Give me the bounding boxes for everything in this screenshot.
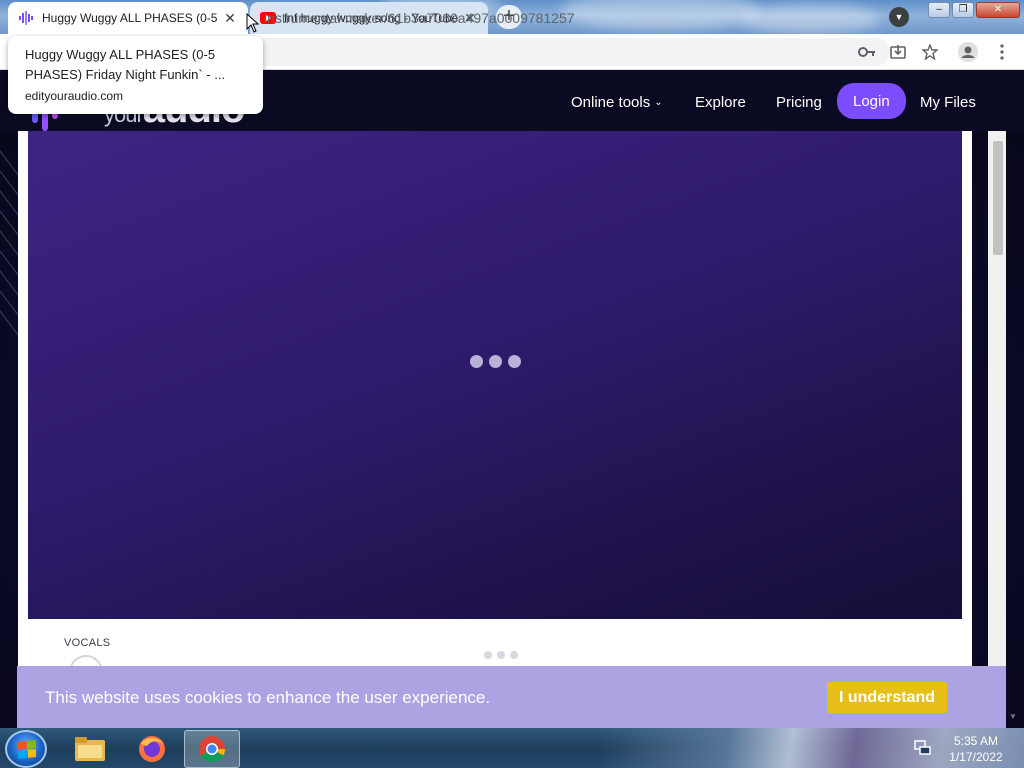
- loading-dot: [484, 651, 492, 659]
- mouse-cursor-icon: [246, 13, 259, 33]
- firefox-icon: [139, 736, 165, 762]
- tooltip-domain: edityouraudio.com: [25, 89, 124, 103]
- cookie-message: This website uses cookies to enhance the…: [45, 688, 491, 707]
- tab-search-icon[interactable]: ▼: [889, 7, 909, 27]
- loading-dot: [497, 651, 505, 659]
- cookie-banner: This website uses cookies to enhance the…: [17, 666, 1006, 728]
- nav-explore[interactable]: Explore: [695, 84, 746, 120]
- close-tab-icon[interactable]: ✕: [222, 10, 238, 26]
- clock-time: 5:35 AM: [953, 734, 999, 748]
- loading-dot: [470, 355, 483, 368]
- audio-wave-icon: [18, 10, 34, 26]
- chevron-down-icon: ⌄: [654, 96, 663, 108]
- chrome-icon: [199, 736, 226, 763]
- loading-indicator: [470, 355, 521, 368]
- folder-icon: [75, 737, 105, 761]
- system-clock[interactable]: 5:35 AM 1/17/2022: [940, 733, 1012, 765]
- install-icon[interactable]: [888, 42, 908, 62]
- nav-pricing[interactable]: Pricing: [776, 84, 822, 120]
- tab-huggy-wuggy[interactable]: Huggy Wuggy ALL PHASES (0-5 ✕: [8, 2, 248, 34]
- nav-online-tools[interactable]: Online tools ⌄: [571, 84, 663, 120]
- address-bar[interactable]: [170, 38, 890, 66]
- scroll-down-arrow-icon[interactable]: ▼: [1009, 712, 1017, 721]
- login-button[interactable]: Login: [837, 83, 906, 119]
- menu-kebab-icon[interactable]: [992, 42, 1012, 62]
- clock-date: 1/17/2022: [949, 750, 1003, 764]
- window-controls: – ❐ ✕: [926, 2, 1020, 20]
- track-loading-indicator: [484, 651, 518, 659]
- loading-dot: [508, 355, 521, 368]
- taskbar-file-explorer[interactable]: [62, 730, 118, 768]
- start-button[interactable]: [5, 730, 47, 768]
- tab-title: Huggy Wuggy ALL PHASES (0-5: [42, 11, 218, 25]
- windows-logo-icon: [18, 740, 36, 759]
- url-text[interactable]: instrumental-maker/61b3a7060a497a0009781…: [264, 10, 575, 26]
- cookie-accept-button[interactable]: I understand: [827, 682, 947, 713]
- scrollbar-thumb[interactable]: [993, 141, 1003, 255]
- vocals-track-label: VOCALS: [64, 637, 111, 649]
- bookmark-star-icon[interactable]: [920, 42, 940, 62]
- nav-online-tools-label: Online tools: [571, 93, 651, 111]
- loading-dot: [489, 355, 502, 368]
- audio-player-area: [28, 131, 962, 619]
- network-icon[interactable]: [914, 740, 932, 756]
- taskbar-firefox[interactable]: [124, 730, 180, 768]
- close-window-button[interactable]: ✕: [976, 2, 1020, 18]
- loading-dot: [510, 651, 518, 659]
- tab-hover-tooltip: Huggy Wuggy ALL PHASES (0-5 PHASES) Frid…: [8, 36, 263, 114]
- profile-avatar-icon[interactable]: [958, 42, 978, 62]
- web-page: youraudio Online tools ⌄ Explore Pricing…: [0, 71, 1024, 728]
- taskbar-chrome[interactable]: [184, 730, 240, 768]
- minimize-button[interactable]: –: [928, 2, 950, 18]
- nav-my-files[interactable]: My Files: [920, 84, 976, 120]
- restore-button[interactable]: ❐: [952, 2, 974, 18]
- key-icon[interactable]: [857, 42, 877, 62]
- tooltip-title: Huggy Wuggy ALL PHASES (0-5 PHASES) Frid…: [25, 47, 226, 82]
